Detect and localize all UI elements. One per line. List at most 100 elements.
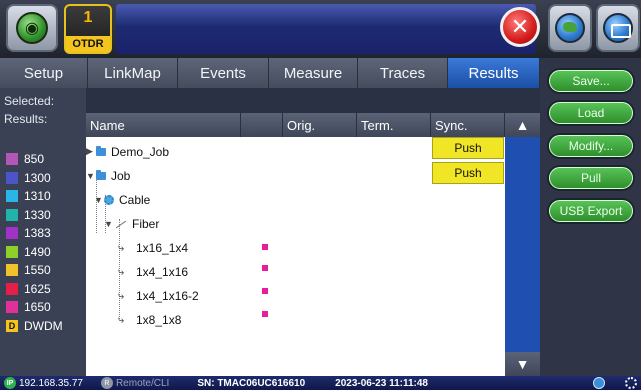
legend-item-1383: 1383 [6, 224, 63, 243]
arrow-up-icon: ▲ [515, 117, 530, 133]
tab-measure[interactable]: Measure [269, 58, 358, 88]
otdr-module-number: 1 [83, 9, 93, 26]
save-button[interactable]: Save... [549, 70, 633, 92]
collapse-arrow-icon[interactable]: ▼ [94, 195, 104, 205]
folder-icon [603, 13, 633, 43]
legend-swatch [6, 245, 18, 258]
close-button[interactable]: ✕ [500, 7, 540, 47]
legend-label: 1330 [24, 207, 51, 222]
collapse-arrow-icon[interactable]: ▼ [86, 171, 96, 181]
link-icon: ⤷ [118, 265, 125, 278]
load-label: Load [577, 106, 605, 120]
scroll-up-button[interactable]: ▲ [505, 113, 540, 137]
orig-marker [262, 265, 268, 271]
row-name: 1x4_1x16 [136, 264, 189, 279]
tree-row-fiber[interactable]: ▼ Fiber [86, 212, 504, 235]
tab-events[interactable]: Events [178, 58, 269, 88]
network-button[interactable] [548, 4, 592, 52]
column-sync[interactable]: Sync. [431, 113, 505, 137]
top-bar: ◉ 1 OTDR ✕ [0, 0, 641, 58]
usb-export-button[interactable]: USB Export [549, 200, 633, 222]
push-button[interactable]: Push [432, 162, 504, 184]
tree-row-cable[interactable]: ▼ Cable [86, 188, 504, 211]
tab-results[interactable]: Results [448, 58, 540, 88]
tab-bar: Setup LinkMap Events Measure Traces Resu… [0, 58, 540, 88]
home-button[interactable]: ◉ [6, 4, 58, 52]
row-name: Cable [119, 192, 151, 207]
load-button[interactable]: Load [549, 102, 633, 124]
tab-traces[interactable]: Traces [358, 58, 448, 88]
column-name[interactable]: Name [86, 113, 241, 137]
legend-swatch [6, 282, 18, 295]
otdr-module-badge[interactable]: 1 OTDR [64, 4, 112, 54]
tab-label: LinkMap [104, 64, 161, 82]
legend-item-1300: 1300 [6, 169, 63, 188]
tree-row-link[interactable]: ⤷ 1x4_1x16 [86, 260, 504, 283]
ip-address: 192.168.35.77 [19, 377, 83, 389]
action-panel: Save... Load Modify... Pull USB Export [540, 58, 641, 376]
tab-label: Results [468, 64, 519, 82]
tree-row-link[interactable]: ⤷ 1x16_1x4 [86, 236, 504, 259]
row-name: Job [111, 168, 131, 183]
close-icon: ✕ [510, 14, 530, 39]
usb-export-label: USB Export [559, 204, 623, 218]
tab-setup[interactable]: Setup [0, 58, 88, 88]
legend-item-1310: 1310 [6, 187, 63, 206]
row-name: Demo_Job [111, 144, 170, 159]
modify-label: Modify... [568, 139, 614, 153]
legend-label: 1383 [24, 226, 51, 241]
legend-item-1550: 1550 [6, 261, 63, 280]
legend-label: 1490 [24, 244, 51, 259]
scroll-down-button[interactable]: ▼ [505, 352, 540, 376]
pull-button[interactable]: Pull [549, 167, 633, 189]
settings-gear-icon[interactable] [625, 377, 637, 389]
table-scrollbar[interactable]: ▲ ▼ [505, 113, 540, 376]
legend-item-1625: 1625 [6, 280, 63, 299]
date-time: 2023-06-23 11:11:48 [335, 377, 428, 389]
files-button[interactable] [596, 4, 640, 52]
arrow-down-icon: ▼ [515, 356, 530, 372]
cable-icon [104, 194, 114, 205]
results-label: Results: [4, 112, 48, 126]
selected-label: Selected: [4, 94, 55, 108]
row-name: 1x16_1x4 [136, 240, 189, 255]
legend-item-1650: 1650 [6, 298, 63, 317]
dwdm-badge-icon: D [6, 319, 18, 332]
tab-linkmap[interactable]: LinkMap [88, 58, 178, 88]
modify-button[interactable]: Modify... [549, 135, 633, 157]
serial-number: SN: TMAC06UC616610 [197, 377, 306, 389]
link-icon: ⤷ [118, 289, 125, 302]
legend-label: 1310 [24, 189, 51, 204]
orig-marker [262, 288, 268, 294]
push-button[interactable]: Push [432, 137, 504, 159]
pull-label: Pull [580, 171, 601, 185]
legend-swatch [6, 153, 18, 166]
wavelength-legend: 850 1300 1310 1330 1383 1490 1550 1625 1… [6, 150, 63, 335]
row-name: Fiber [132, 216, 160, 231]
column-term[interactable]: Term. [357, 113, 431, 137]
orig-marker [262, 311, 268, 317]
title-area [116, 4, 536, 54]
expand-arrow-icon[interactable]: ▶ [86, 146, 96, 157]
legend-swatch [6, 171, 18, 184]
collapse-arrow-icon[interactable]: ▼ [104, 219, 114, 229]
tab-label: Events [200, 64, 246, 82]
power-icon: ◉ [16, 12, 48, 44]
column-blank[interactable] [241, 113, 283, 137]
legend-label: 1300 [24, 170, 51, 185]
globe-icon [555, 13, 585, 43]
row-name: 1x4_1x16-2 [136, 288, 199, 303]
legend-label: 1550 [24, 263, 51, 278]
orig-marker [262, 244, 268, 250]
legend-item-1490: 1490 [6, 243, 63, 262]
legend-swatch [6, 264, 18, 277]
legend-item-850: 850 [6, 150, 63, 169]
save-label: Save... [572, 74, 610, 88]
tree-row-link[interactable]: ⤷ 1x4_1x16-2 [86, 284, 504, 307]
tree-row-link[interactable]: ⤷ 1x8_1x8 [86, 308, 504, 331]
column-orig[interactable]: Orig. [283, 113, 357, 137]
otdr-app-window: ◉ 1 OTDR ✕ Setup LinkMap Events Measure … [0, 0, 641, 390]
link-icon: ⤷ [118, 241, 125, 254]
ip-status: IP 192.168.35.77 [4, 377, 83, 389]
legend-label: 1625 [24, 281, 51, 296]
